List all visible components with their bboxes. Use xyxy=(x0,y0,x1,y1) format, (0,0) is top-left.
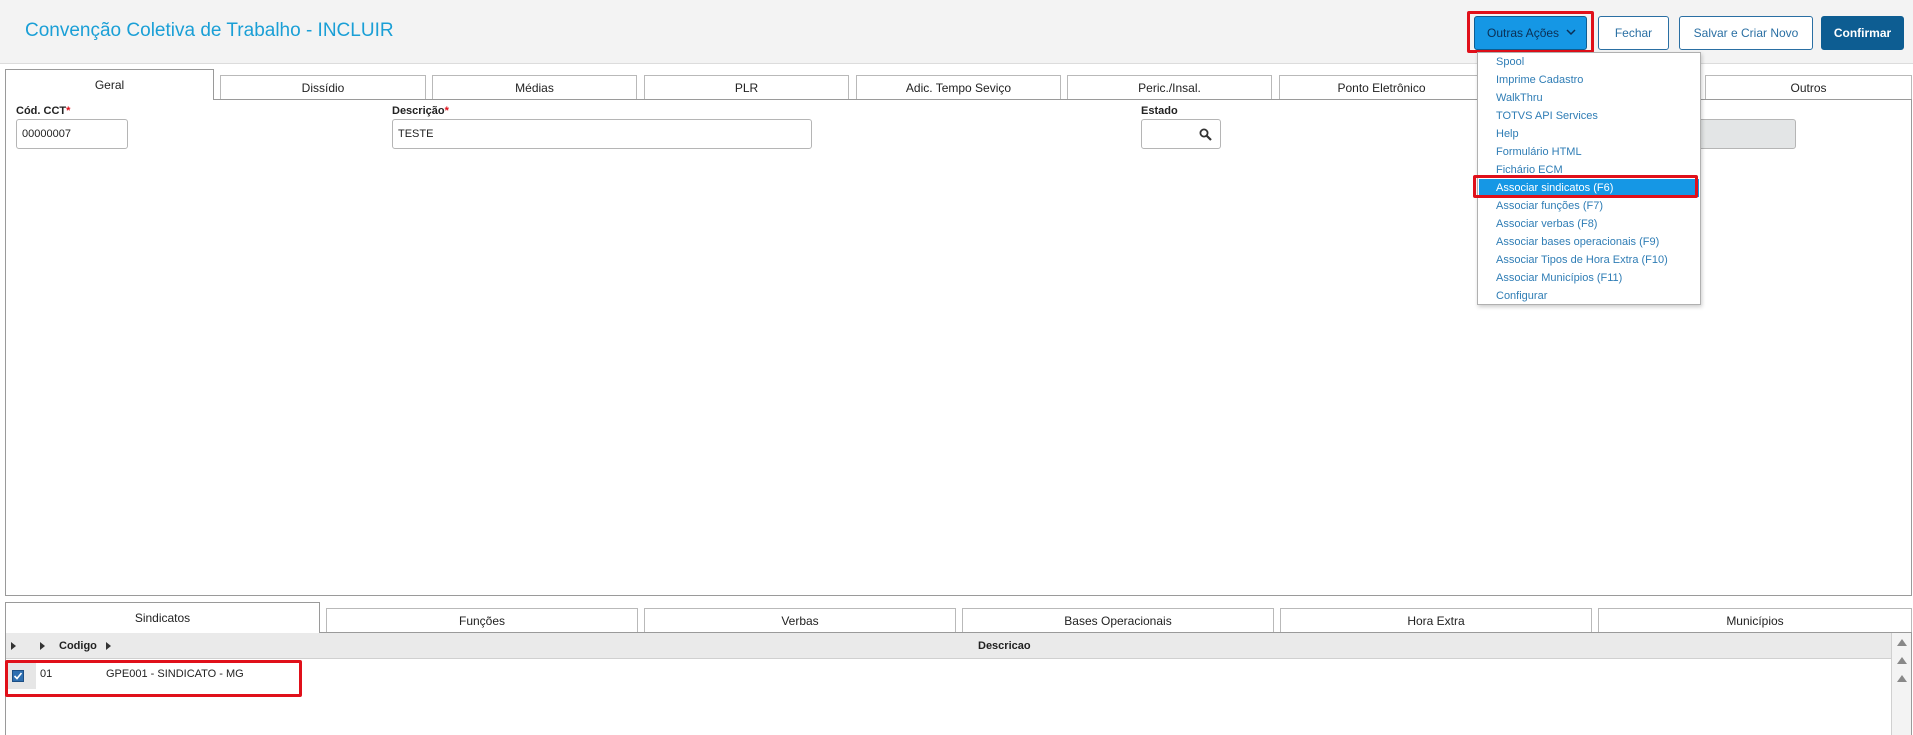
menu-item-help[interactable]: Help xyxy=(1479,125,1699,143)
sort-arrow-icon[interactable] xyxy=(40,642,45,650)
tab-hora-extra[interactable]: Hora Extra xyxy=(1280,608,1592,632)
grid-tabs: Sindicatos Funções Verbas Bases Operacio… xyxy=(5,602,1912,633)
descricao-label: Descrição* xyxy=(392,105,449,117)
confirmar-button[interactable]: Confirmar xyxy=(1821,16,1904,50)
search-icon[interactable] xyxy=(1199,128,1212,141)
page-title: Convenção Coletiva de Trabalho - INCLUIR xyxy=(25,20,394,41)
tab-plr[interactable]: PLR xyxy=(644,75,849,99)
scroll-up-icon[interactable] xyxy=(1897,639,1907,646)
row-indicator-icon xyxy=(11,642,16,650)
chevron-down-icon xyxy=(1566,29,1576,36)
scroll-up-icon[interactable] xyxy=(1897,675,1907,682)
menu-item-totvs-api[interactable]: TOTVS API Services xyxy=(1479,107,1699,125)
menu-item-associar-verbas[interactable]: Associar verbas (F8) xyxy=(1479,215,1699,233)
cell-descricao: GPE001 - SINDICATO - MG xyxy=(106,668,244,680)
tab-outros[interactable]: Outros xyxy=(1705,75,1912,99)
readonly-field xyxy=(1696,119,1796,149)
outras-acoes-menu: Spool Imprime Cadastro WalkThru TOTVS AP… xyxy=(1477,52,1701,305)
menu-item-fichario-ecm[interactable]: Fichário ECM xyxy=(1479,161,1699,179)
checkbox-icon[interactable] xyxy=(12,670,24,682)
outras-acoes-label: Outras Ações xyxy=(1487,26,1560,40)
menu-item-associar-funcoes[interactable]: Associar funções (F7) xyxy=(1479,197,1699,215)
scroll-up-icon[interactable] xyxy=(1897,657,1907,664)
tab-municipios[interactable]: Municípios xyxy=(1598,608,1912,632)
tab-funcoes[interactable]: Funções xyxy=(326,608,638,632)
tab-medias[interactable]: Médias xyxy=(432,75,637,99)
sort-arrow-icon[interactable] xyxy=(106,642,111,650)
column-codigo[interactable]: Codigo xyxy=(59,640,97,652)
grid-header: Codigo Descricao xyxy=(6,633,1892,659)
menu-item-spool[interactable]: Spool xyxy=(1479,53,1699,71)
cod-cct-label: Cód. CCT* xyxy=(16,105,71,117)
table-row[interactable]: 01 GPE001 - SINDICATO - MG xyxy=(6,661,1890,689)
column-descricao[interactable]: Descricao xyxy=(978,640,1031,652)
grid-scrollbar[interactable] xyxy=(1891,633,1911,735)
tab-geral[interactable]: Geral xyxy=(5,69,214,100)
tab-peric-insal[interactable]: Peric./Insal. xyxy=(1067,75,1272,99)
tab-adic-tempo-servico[interactable]: Adic. Tempo Seviço xyxy=(856,75,1061,99)
estado-label: Estado xyxy=(1141,105,1178,117)
menu-item-associar-sindicatos[interactable]: Associar sindicatos (F6) xyxy=(1479,179,1699,197)
tab-dissidio[interactable]: Dissídio xyxy=(220,75,426,99)
fechar-button[interactable]: Fechar xyxy=(1598,16,1669,50)
menu-item-associar-hora-extra[interactable]: Associar Tipos de Hora Extra (F10) xyxy=(1479,251,1699,269)
tab-ponto-eletronico[interactable]: Ponto Eletrônico xyxy=(1279,75,1484,99)
tab-bases-operacionais[interactable]: Bases Operacionais xyxy=(962,608,1274,632)
tab-verbas[interactable]: Verbas xyxy=(644,608,956,632)
cell-codigo: 01 xyxy=(40,668,53,680)
tab-sindicatos[interactable]: Sindicatos xyxy=(5,602,320,633)
menu-item-formulario-html[interactable]: Formulário HTML xyxy=(1479,143,1699,161)
menu-item-imprime-cadastro[interactable]: Imprime Cadastro xyxy=(1479,71,1699,89)
salvar-criar-novo-button[interactable]: Salvar e Criar Novo xyxy=(1679,16,1813,50)
menu-item-associar-bases[interactable]: Associar bases operacionais (F9) xyxy=(1479,233,1699,251)
cod-cct-field[interactable]: 00000007 xyxy=(16,119,128,149)
menu-item-associar-municipios[interactable]: Associar Municípios (F11) xyxy=(1479,269,1699,287)
descricao-field[interactable]: TESTE xyxy=(392,119,812,149)
estado-field[interactable] xyxy=(1141,119,1221,149)
menu-item-configurar[interactable]: Configurar xyxy=(1479,287,1699,305)
outras-acoes-button[interactable]: Outras Ações xyxy=(1474,16,1587,50)
menu-item-walkthru[interactable]: WalkThru xyxy=(1479,89,1699,107)
